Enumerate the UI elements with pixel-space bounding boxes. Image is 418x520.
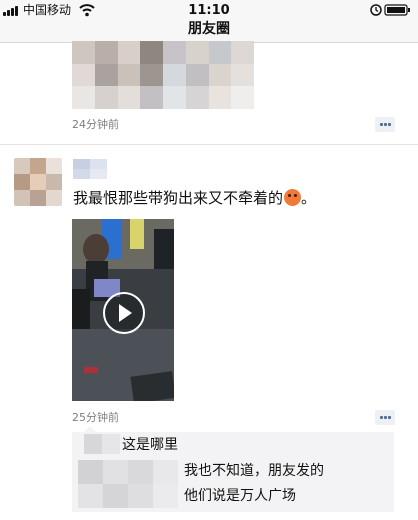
post-timestamp: 24分钟前 (72, 118, 119, 131)
comment-dots-icon[interactable] (375, 117, 395, 132)
comment-text: 他们说是万人广场 (184, 488, 296, 504)
battery-icon (370, 4, 410, 16)
comments-box: 这是哪里 我也不知道，朋友发的 他们说是万人广场 (72, 426, 394, 512)
comment-dots-icon[interactable] (375, 410, 395, 425)
play-icon[interactable] (103, 292, 145, 334)
post-text-body: 我最恨那些带狗出来又不牵着的 (73, 189, 284, 207)
clock: 11:10 (188, 3, 230, 18)
username-blurred[interactable] (73, 159, 107, 179)
angry-face-emoji-icon (284, 189, 302, 206)
comment-text: 这是哪里 (122, 437, 178, 453)
post-text-suffix: 。 (301, 189, 317, 207)
page-title: 朋友圈 (188, 21, 230, 37)
status-bar: 中国移动 11:10 (0, 0, 418, 20)
moments-page: 中国移动 11:10 朋友圈 24分钟前 我最恨那些带狗出来又不牵着的 。 25… (0, 0, 418, 520)
post-text: 我最恨那些带狗出来又不牵着的。 (73, 188, 316, 208)
post-image-blurred[interactable] (72, 41, 254, 109)
commenter-name-blurred[interactable] (78, 460, 178, 508)
commenter-name-blurred[interactable] (84, 434, 120, 454)
post-divider (0, 144, 418, 145)
comment-text: 我也不知道，朋友发的 (184, 463, 324, 479)
post-timestamp: 25分钟前 (72, 411, 119, 424)
avatar[interactable] (14, 158, 62, 206)
video-thumbnail[interactable] (72, 219, 174, 401)
nav-bar: 朋友圈 (0, 20, 418, 43)
